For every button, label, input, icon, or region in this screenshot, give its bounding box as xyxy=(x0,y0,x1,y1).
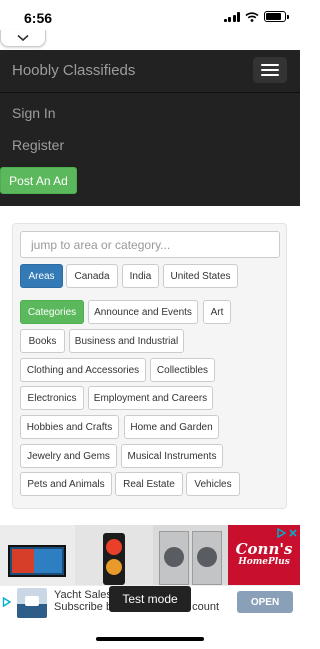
sign-in-link[interactable]: Sign In xyxy=(12,105,56,121)
ad-tv-image xyxy=(0,525,75,585)
category-books-button[interactable]: Books xyxy=(20,329,65,353)
status-icons xyxy=(223,11,289,22)
search-input[interactable] xyxy=(20,231,280,258)
category-announce-events-button[interactable]: Announce and Events xyxy=(88,300,198,324)
area-canada-button[interactable]: Canada xyxy=(66,264,118,288)
category-employment-careers-button[interactable]: Employment and Careers xyxy=(88,386,213,410)
category-business-industrial-button[interactable]: Business and Industrial xyxy=(69,329,184,353)
ad-choices-icon[interactable] xyxy=(2,597,11,607)
collapse-toolbar-button[interactable] xyxy=(0,30,46,47)
category-real-estate-button[interactable]: Real Estate xyxy=(115,472,183,496)
status-time: 6:56 xyxy=(24,10,53,26)
navbar-toggle-button[interactable] xyxy=(253,57,287,83)
ad-line-2-tail: count xyxy=(192,601,220,613)
ad-banner[interactable]: Conn's HomePlus xyxy=(0,525,300,585)
navbar-divider xyxy=(0,92,300,93)
category-pets-animals-button[interactable]: Pets and Animals xyxy=(20,472,112,496)
areas-button[interactable]: Areas xyxy=(20,264,63,288)
categories-button[interactable]: Categories xyxy=(20,300,84,324)
category-jewelry-gems-button[interactable]: Jewelry and Gems xyxy=(20,444,117,468)
home-indicator xyxy=(96,637,204,641)
wifi-icon xyxy=(245,11,259,22)
status-bar: 6:56 xyxy=(0,0,300,30)
ad-line-2-start: Subscribe b xyxy=(54,601,113,613)
ad-choices-icon[interactable] xyxy=(276,528,286,538)
brand-link[interactable]: Hoobly Classifieds xyxy=(12,62,135,79)
ad-washer-dryer-image xyxy=(153,525,228,585)
hamburger-line xyxy=(261,74,279,76)
category-collectibles-button[interactable]: Collectibles xyxy=(150,358,215,382)
category-hobbies-crafts-button[interactable]: Hobbies and Crafts xyxy=(20,415,119,439)
area-india-button[interactable]: India xyxy=(122,264,159,288)
ad-open-button[interactable]: OPEN xyxy=(237,591,293,613)
ad-choices-controls[interactable] xyxy=(276,527,298,539)
hamburger-line xyxy=(261,64,279,66)
post-ad-button[interactable]: Post An Ad xyxy=(0,167,77,194)
test-mode-label: Test mode xyxy=(109,586,191,612)
category-musical-instruments-button[interactable]: Musical Instruments xyxy=(121,444,223,468)
chevron-down-icon xyxy=(17,34,29,42)
ad-speaker-image xyxy=(75,525,153,585)
category-electronics-button[interactable]: Electronics xyxy=(20,386,84,410)
hamburger-line xyxy=(261,69,279,71)
category-vehicles-button[interactable]: Vehicles xyxy=(186,472,240,496)
register-link[interactable]: Register xyxy=(12,137,64,153)
battery-icon xyxy=(264,11,289,22)
close-icon[interactable] xyxy=(288,528,298,538)
cellular-signal-icon xyxy=(223,11,240,22)
category-art-button[interactable]: Art xyxy=(203,300,231,324)
ad-brand-name: Conn's xyxy=(235,540,293,558)
category-home-garden-button[interactable]: Home and Garden xyxy=(124,415,219,439)
category-clothing-accessories-button[interactable]: Clothing and Accessories xyxy=(20,358,146,382)
ad-brand-sub: HomePlus xyxy=(238,557,290,567)
ad-app-icon xyxy=(17,588,47,618)
area-united-states-button[interactable]: United States xyxy=(163,264,238,288)
